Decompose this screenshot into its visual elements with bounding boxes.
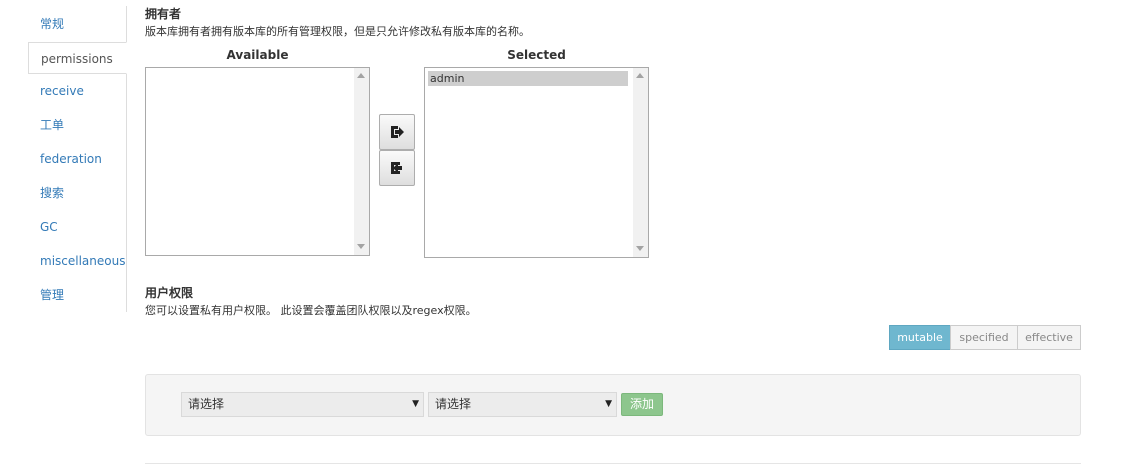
arrow-left-icon [391,162,402,174]
user-permissions-description: 您可以设置私有用户权限。 此设置会覆盖团队权限以及regex权限。 [145,304,477,317]
user-select-value: 请选择 [188,397,225,411]
mode-specified-button[interactable]: specified [950,325,1018,350]
sidebar-item-general[interactable]: 常规 [28,8,126,40]
permission-select-value: 请选择 [435,397,472,411]
permissions-page: 常规 permissions receive 工单 federation 搜索 … [0,0,1148,473]
sidebar-item-search[interactable]: 搜索 [28,177,126,209]
sidebar-item-receive[interactable]: receive [28,75,126,107]
mode-mutable-button[interactable]: mutable [889,325,951,350]
add-permission-button[interactable]: 添加 [621,393,663,416]
caret-down-icon: ▼ [605,399,612,409]
owner-title: 拥有者 [145,7,182,21]
sidebar-item-federation[interactable]: federation [28,143,126,175]
caret-down-icon: ▼ [412,399,419,409]
sidebar-item-admin[interactable]: 管理 [28,279,126,311]
arrow-right-icon [391,126,404,138]
available-list-scrollbar[interactable] [354,68,369,255]
selected-list-scrollbar[interactable] [633,68,648,257]
sidebar-item-tickets[interactable]: 工单 [28,109,126,141]
available-label: Available [226,48,289,62]
move-left-button[interactable] [379,150,415,186]
permission-select[interactable]: 请选择 ▼ [428,392,617,417]
section-divider [145,463,1081,464]
sidebar-item-permissions[interactable]: permissions [28,42,127,74]
scroll-down-icon[interactable] [636,246,644,251]
selected-owner-option[interactable]: admin [428,71,628,86]
mode-effective-button[interactable]: effective [1017,325,1081,350]
selected-label: Selected [507,48,566,62]
move-right-button[interactable] [379,114,415,150]
user-permissions-title: 用户权限 [145,286,194,300]
scroll-up-icon[interactable] [636,73,644,78]
selected-owners-list[interactable]: admin [424,67,649,258]
scroll-up-icon[interactable] [357,73,365,78]
owner-description: 版本库拥有者拥有版本库的所有管理权限，但是只允许修改私有版本库的名称。 [145,25,530,38]
user-select[interactable]: 请选择 ▼ [181,392,424,417]
settings-sidebar: 常规 permissions receive 工单 federation 搜索 … [28,6,127,312]
available-owners-list[interactable] [145,67,370,256]
sidebar-item-gc[interactable]: GC [28,211,126,243]
sidebar-item-miscellaneous[interactable]: miscellaneous [28,245,126,277]
scroll-down-icon[interactable] [357,244,365,249]
